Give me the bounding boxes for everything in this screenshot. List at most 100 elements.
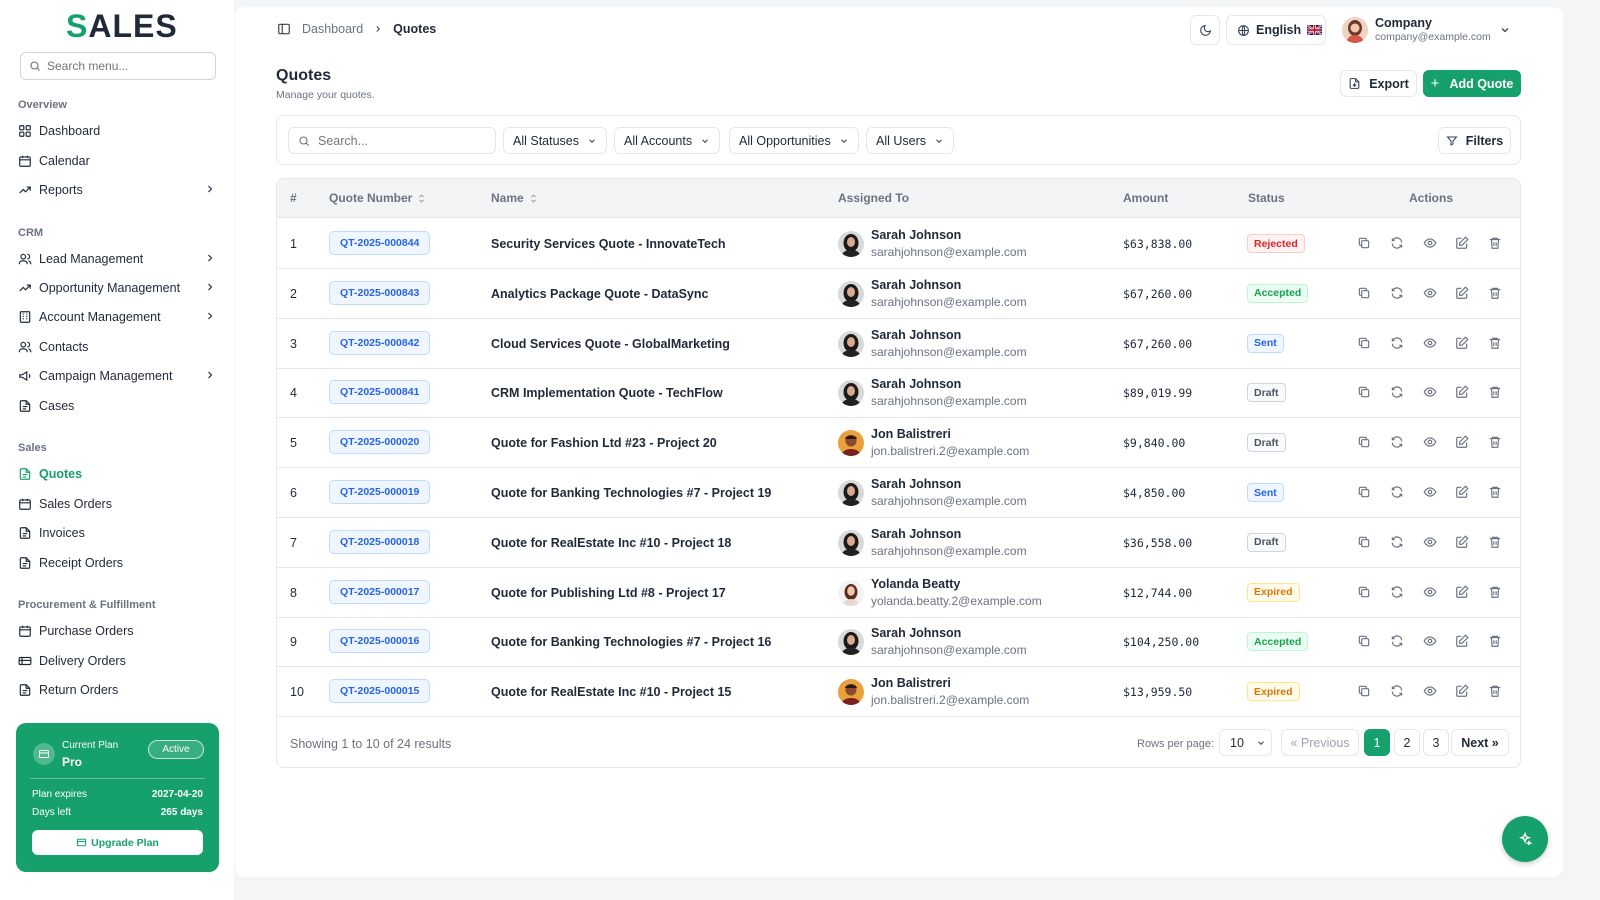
quote-number-link[interactable]: QT-2025-000019 bbox=[329, 480, 431, 504]
quote-name[interactable]: Quote for Publishing Ltd #8 - Project 17 bbox=[491, 586, 726, 600]
rows-per-page-select[interactable]: 10 bbox=[1219, 729, 1272, 756]
trash-icon[interactable] bbox=[1488, 684, 1502, 698]
edit-icon[interactable] bbox=[1455, 236, 1469, 250]
theme-toggle-button[interactable] bbox=[1190, 15, 1220, 45]
menu-search-input[interactable] bbox=[47, 59, 207, 73]
copy-icon[interactable] bbox=[1357, 286, 1371, 300]
sidebar-item-contacts[interactable]: Contacts bbox=[18, 336, 218, 358]
quote-number-link[interactable]: QT-2025-000017 bbox=[329, 579, 431, 604]
copy-icon[interactable] bbox=[1357, 684, 1371, 698]
table-row[interactable]: 8 QT-2025-000017 Quote for Publishing Ltd … bbox=[277, 568, 1520, 618]
refresh-icon[interactable] bbox=[1390, 634, 1404, 648]
copy-icon[interactable] bbox=[1357, 236, 1371, 250]
quote-number-link[interactable]: QT-2025-000841 bbox=[329, 380, 431, 405]
assistant-fab-button[interactable] bbox=[1502, 816, 1548, 862]
trash-icon[interactable] bbox=[1488, 435, 1502, 449]
sidebar-item-receipt-orders[interactable]: Receipt Orders bbox=[18, 552, 218, 574]
sidebar-item-purchase-orders[interactable]: Purchase Orders bbox=[18, 620, 218, 642]
quote-search-input[interactable] bbox=[318, 133, 488, 148]
quote-name[interactable]: Quote for RealEstate Inc #10 - Project 1… bbox=[491, 685, 731, 699]
trash-icon[interactable] bbox=[1488, 634, 1502, 648]
quote-number-link[interactable]: QT-2025-000844 bbox=[329, 231, 431, 255]
account-filter[interactable]: All Accounts bbox=[614, 127, 721, 154]
edit-icon[interactable] bbox=[1455, 435, 1469, 449]
copy-icon[interactable] bbox=[1357, 485, 1371, 499]
table-row[interactable]: 6 QT-2025-000019 Quote for Banking Technol… bbox=[277, 468, 1520, 518]
language-selector[interactable]: English bbox=[1226, 15, 1326, 45]
table-row[interactable]: 3 QT-2025-000842 Cloud Services Quote - Gl… bbox=[277, 319, 1520, 369]
eye-icon[interactable] bbox=[1423, 286, 1437, 300]
next-page-button[interactable]: Next » bbox=[1451, 729, 1509, 756]
sidebar-item-account-management[interactable]: Account Management bbox=[18, 306, 218, 328]
quote-number-link[interactable]: QT-2025-000842 bbox=[329, 330, 431, 355]
copy-icon[interactable] bbox=[1357, 385, 1371, 399]
refresh-icon[interactable] bbox=[1390, 535, 1404, 549]
sidebar-item-campaign-management[interactable]: Campaign Management bbox=[18, 365, 218, 387]
quote-name[interactable]: Security Services Quote - InnovateTech bbox=[491, 237, 726, 251]
refresh-icon[interactable] bbox=[1390, 684, 1404, 698]
export-button[interactable]: Export bbox=[1340, 70, 1417, 97]
table-row[interactable]: 4 QT-2025-000841 CRM Implementation Quote … bbox=[277, 368, 1520, 419]
filters-button[interactable]: Filters bbox=[1438, 127, 1511, 154]
breadcrumb-dashboard[interactable]: Dashboard bbox=[302, 22, 363, 36]
status-filter[interactable]: All Statuses bbox=[503, 127, 608, 154]
page-2-button[interactable]: 2 bbox=[1394, 729, 1420, 756]
sidebar-item-invoices[interactable]: Invoices bbox=[18, 522, 218, 544]
refresh-icon[interactable] bbox=[1390, 385, 1404, 399]
trash-icon[interactable] bbox=[1488, 585, 1502, 599]
eye-icon[interactable] bbox=[1423, 585, 1437, 599]
copy-icon[interactable] bbox=[1357, 535, 1371, 549]
sidebar-item-dashboard[interactable]: Dashboard bbox=[18, 120, 218, 142]
sidebar-item-calendar[interactable]: Calendar bbox=[18, 150, 218, 172]
quote-name[interactable]: Quote for RealEstate Inc #10 - Project 1… bbox=[491, 536, 731, 550]
brand-logo[interactable]: SALES bbox=[66, 8, 178, 45]
edit-icon[interactable] bbox=[1455, 286, 1469, 300]
sidebar-item-sales-orders[interactable]: Sales Orders bbox=[18, 493, 218, 515]
trash-icon[interactable] bbox=[1488, 485, 1502, 499]
table-row[interactable]: 5 QT-2025-000020 Quote for Fashion Ltd #23… bbox=[277, 418, 1520, 469]
opportunity-filter[interactable]: All Opportunities bbox=[729, 127, 859, 154]
page-3-button[interactable]: 3 bbox=[1423, 729, 1449, 756]
sidebar-item-quotes[interactable]: Quotes bbox=[18, 463, 218, 485]
table-row[interactable]: 9 QT-2025-000016 Quote for Banking Technol… bbox=[277, 617, 1520, 668]
trash-icon[interactable] bbox=[1488, 385, 1502, 399]
eye-icon[interactable] bbox=[1423, 236, 1437, 250]
refresh-icon[interactable] bbox=[1390, 435, 1404, 449]
sidebar-toggle-icon[interactable] bbox=[277, 22, 291, 36]
quote-number-link[interactable]: QT-2025-000018 bbox=[329, 529, 431, 554]
quote-name[interactable]: Quote for Fashion Ltd #23 - Project 20 bbox=[491, 436, 717, 450]
sidebar-item-opportunity-management[interactable]: Opportunity Management bbox=[18, 277, 218, 299]
copy-icon[interactable] bbox=[1357, 336, 1371, 350]
menu-search[interactable] bbox=[20, 52, 216, 80]
page-1-button[interactable]: 1 bbox=[1364, 729, 1390, 756]
quote-name[interactable]: CRM Implementation Quote - TechFlow bbox=[491, 386, 723, 400]
table-row[interactable]: 2 QT-2025-000843 Analytics Package Quote -… bbox=[277, 269, 1520, 319]
quote-name[interactable]: Cloud Services Quote - GlobalMarketing bbox=[491, 337, 730, 351]
sidebar-item-reports[interactable]: Reports bbox=[18, 179, 218, 201]
quote-search[interactable] bbox=[288, 127, 496, 154]
edit-icon[interactable] bbox=[1455, 535, 1469, 549]
edit-icon[interactable] bbox=[1455, 684, 1469, 698]
trash-icon[interactable] bbox=[1488, 236, 1502, 250]
eye-icon[interactable] bbox=[1423, 435, 1437, 449]
refresh-icon[interactable] bbox=[1390, 286, 1404, 300]
copy-icon[interactable] bbox=[1357, 634, 1371, 648]
sidebar-item-return-orders[interactable]: Return Orders bbox=[18, 679, 218, 701]
eye-icon[interactable] bbox=[1423, 634, 1437, 648]
edit-icon[interactable] bbox=[1455, 335, 1469, 350]
edit-icon[interactable] bbox=[1455, 385, 1469, 399]
quote-name[interactable]: Quote for Banking Technologies #7 - Proj… bbox=[491, 635, 771, 649]
quote-name[interactable]: Analytics Package Quote - DataSync bbox=[491, 287, 708, 301]
sidebar-item-lead-management[interactable]: Lead Management bbox=[18, 248, 218, 270]
trash-icon[interactable] bbox=[1488, 286, 1502, 300]
eye-icon[interactable] bbox=[1423, 485, 1437, 499]
refresh-icon[interactable] bbox=[1390, 585, 1404, 599]
copy-icon[interactable] bbox=[1357, 585, 1371, 599]
table-row[interactable]: 7 QT-2025-000018 Quote for RealEstate Inc … bbox=[277, 518, 1520, 568]
quote-number-link[interactable]: QT-2025-000016 bbox=[329, 629, 431, 654]
refresh-icon[interactable] bbox=[1390, 236, 1404, 250]
eye-icon[interactable] bbox=[1423, 336, 1437, 350]
edit-icon[interactable] bbox=[1455, 584, 1469, 599]
add-quote-button[interactable]: + Add Quote bbox=[1423, 70, 1521, 97]
copy-icon[interactable] bbox=[1357, 435, 1371, 449]
